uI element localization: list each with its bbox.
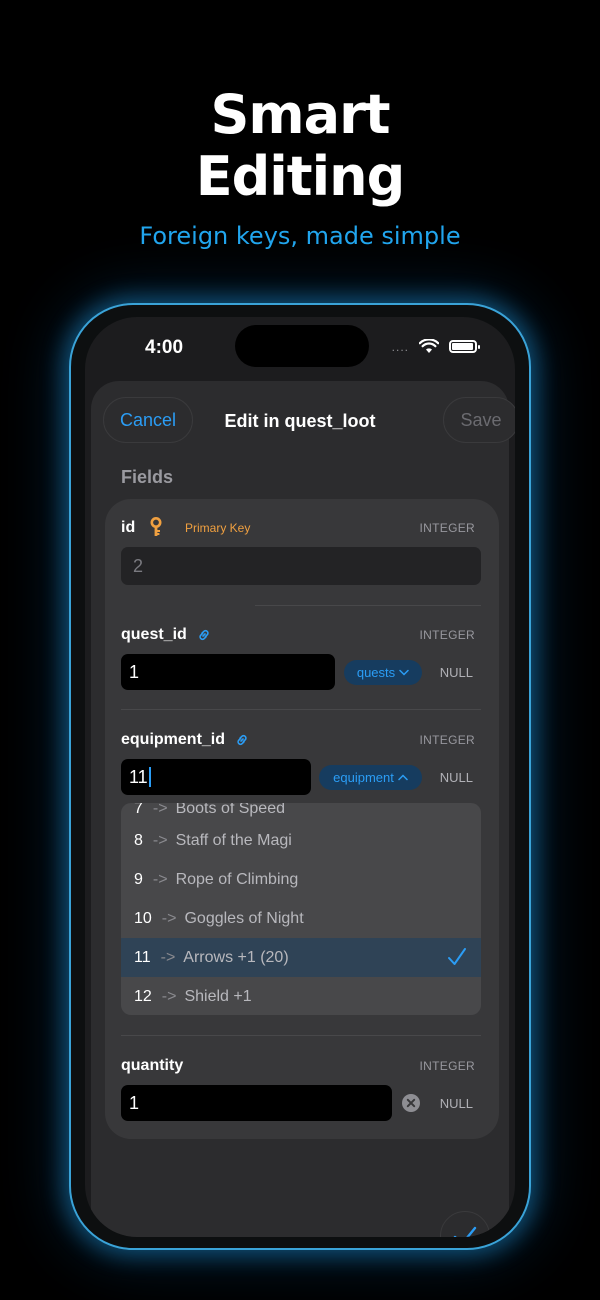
option-label: Shield +1 xyxy=(184,987,252,1005)
option-arrow: -> xyxy=(152,831,168,849)
section-label-fields: Fields xyxy=(121,467,174,487)
confirm-button[interactable] xyxy=(440,1211,490,1237)
field-type-quest-id: INTEGER xyxy=(419,628,475,642)
phone-screen: 4:00 .... Cancel Edit in quest_loot Save… xyxy=(85,317,515,1237)
divider xyxy=(121,709,481,710)
status-time: 4:00 xyxy=(145,337,184,358)
status-icons: .... xyxy=(391,339,480,354)
quests-fk-dropdown[interactable]: quests xyxy=(344,660,422,685)
wifi-icon xyxy=(419,339,439,353)
option-id: 8 xyxy=(134,831,143,849)
quantity-null-button[interactable]: NULL xyxy=(440,1096,473,1111)
checkmark-icon xyxy=(448,948,466,965)
option-arrow: -> xyxy=(152,803,168,817)
field-type-quantity: INTEGER xyxy=(419,1059,475,1073)
field-name-quantity: quantity xyxy=(121,1057,184,1074)
field-name-equipment-id: equipment_id xyxy=(121,731,226,748)
link-icon xyxy=(199,629,209,641)
option-arrow: -> xyxy=(152,870,168,888)
equipment-id-null-button[interactable]: NULL xyxy=(440,770,473,785)
option-row[interactable]: 8 -> Staff of the Magi xyxy=(121,821,481,860)
option-label: Staff of the Magi xyxy=(175,831,292,849)
divider xyxy=(255,605,481,606)
option-label: Rope of Climbing xyxy=(175,870,299,888)
option-id: 7 xyxy=(134,803,143,817)
checkmark-icon xyxy=(453,1226,477,1237)
option-id: 11 xyxy=(134,948,151,966)
fields-card: id Primary Key INTEGER 2 quest_id INTEGE… xyxy=(105,499,499,1139)
dynamic-island xyxy=(235,325,369,367)
equipment-fk-dropdown[interactable]: equipment xyxy=(319,765,422,790)
option-arrow: -> xyxy=(161,987,177,1005)
option-label: Arrows +1 (20) xyxy=(183,948,289,966)
field-name-id: id xyxy=(121,519,136,536)
option-id: 12 xyxy=(134,987,152,1005)
link-icon xyxy=(237,734,247,746)
edit-sheet: Cancel Edit in quest_loot Save Fields id… xyxy=(91,381,515,1237)
option-label: Boots of Speed xyxy=(175,803,285,817)
option-arrow: -> xyxy=(160,948,176,966)
hero-title: Smart Editing xyxy=(0,84,600,208)
hero-title-line1: Smart xyxy=(210,83,390,146)
chevron-down-icon xyxy=(399,669,409,676)
field-name-quest-id: quest_id xyxy=(121,626,187,643)
equipment-options-list: 7 -> Boots of Speed 8 -> Staff of the Ma… xyxy=(121,803,481,1015)
option-row[interactable]: 12 -> Shield +1 xyxy=(121,977,481,1015)
quest-id-input[interactable]: 1 xyxy=(121,654,335,690)
quantity-input[interactable]: 1 xyxy=(121,1085,392,1121)
text-cursor xyxy=(148,767,151,787)
primary-key-badge: Primary Key xyxy=(185,521,251,535)
option-row-selected[interactable]: 11 -> Arrows +1 (20) xyxy=(121,938,481,977)
quest-id-null-button[interactable]: NULL xyxy=(440,665,473,680)
option-row[interactable]: 9 -> Rope of Climbing xyxy=(121,860,481,899)
save-button[interactable]: Save xyxy=(443,397,515,443)
quests-fk-label: quests xyxy=(356,665,396,680)
equipment-fk-label: equipment xyxy=(333,770,394,785)
field-type-id: INTEGER xyxy=(419,521,475,535)
key-icon xyxy=(150,517,162,536)
option-row[interactable]: 10 -> Goggles of Night xyxy=(121,899,481,938)
equipment-id-input[interactable]: 11 xyxy=(121,759,311,795)
option-id: 9 xyxy=(134,870,143,888)
option-arrow: -> xyxy=(161,909,177,927)
phone-frame: 4:00 .... Cancel Edit in quest_loot Save… xyxy=(69,303,531,1250)
id-value-field: 2 xyxy=(121,547,481,585)
hero-title-line2: Editing xyxy=(195,145,405,208)
signal-dots: .... xyxy=(391,339,409,354)
field-type-equipment-id: INTEGER xyxy=(419,733,475,747)
option-label: Goggles of Night xyxy=(184,909,304,927)
battery-icon xyxy=(449,340,480,353)
option-id: 10 xyxy=(134,909,152,927)
chevron-up-icon xyxy=(398,774,408,781)
divider xyxy=(121,1035,481,1036)
hero-subtitle: Foreign keys, made simple xyxy=(139,222,461,250)
equipment-id-value: 11 xyxy=(129,766,148,787)
clear-icon[interactable] xyxy=(402,1094,420,1112)
